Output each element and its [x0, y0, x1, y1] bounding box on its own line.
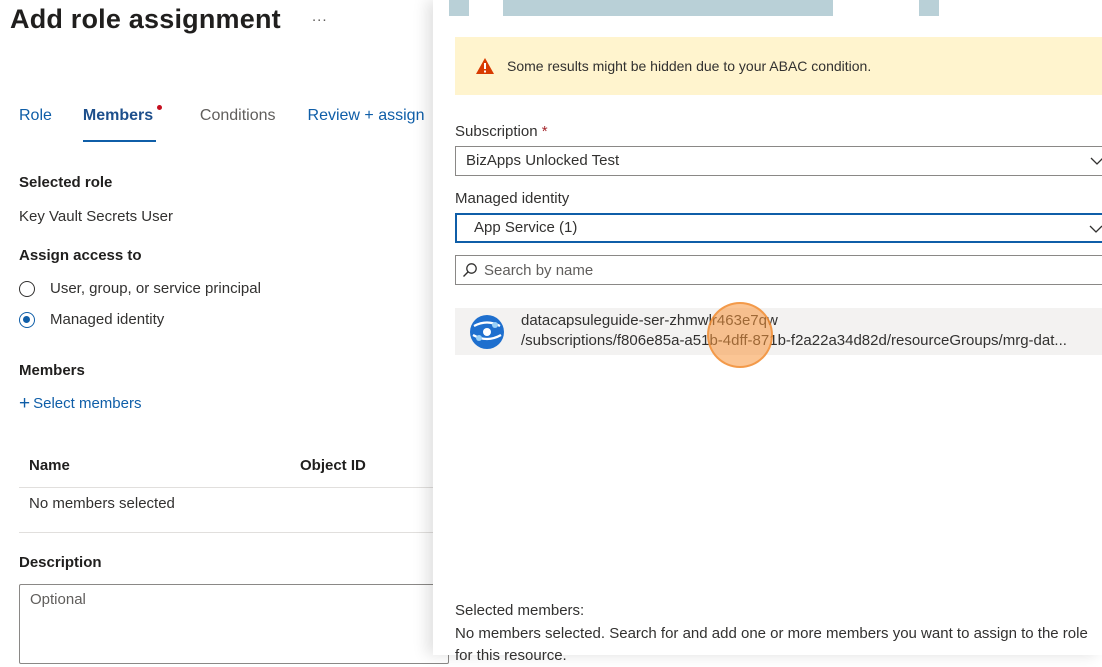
- description-placeholder: Optional: [30, 591, 86, 608]
- radio-user-group-sp[interactable]: User, group, or service principal: [19, 280, 261, 297]
- subscription-label: Subscription *: [455, 123, 548, 140]
- tab-role[interactable]: Role: [19, 107, 52, 143]
- chevron-down-icon: [1090, 157, 1102, 165]
- tab-members-label: Members: [82, 107, 154, 124]
- members-heading: Members: [19, 362, 85, 379]
- assign-access-heading: Assign access to: [19, 247, 142, 264]
- click-cursor-indicator: [707, 302, 773, 368]
- tab-conditions[interactable]: Conditions: [200, 107, 276, 143]
- tab-bar: Role Members Conditions Review + assign: [19, 105, 425, 143]
- search-input[interactable]: [484, 261, 1034, 279]
- chevron-down-icon: [1089, 225, 1102, 233]
- selected-role-heading: Selected role: [19, 174, 113, 191]
- radio-unchecked-icon[interactable]: [19, 280, 35, 297]
- header-decoration: [919, 0, 939, 16]
- warning-text: Some results might be hidden due to your…: [507, 58, 872, 74]
- radio-checked-icon[interactable]: [19, 311, 35, 328]
- managed-identity-value: App Service (1): [474, 219, 578, 236]
- radio-managed-identity[interactable]: Managed identity: [19, 311, 164, 328]
- app-service-icon: [470, 315, 504, 349]
- column-object-id: Object ID: [300, 457, 366, 474]
- abac-warning-banner: Some results might be hidden due to your…: [455, 37, 1102, 95]
- selected-members-label: Selected members:: [455, 602, 585, 619]
- subscription-label-text: Subscription: [455, 123, 538, 140]
- description-heading: Description: [19, 554, 102, 571]
- selected-members-text: No members selected. Search for and add …: [455, 625, 1088, 664]
- managed-identity-dropdown[interactable]: App Service (1): [455, 213, 1102, 243]
- warning-triangle-icon: [476, 58, 494, 74]
- managed-identity-label: Managed identity: [455, 190, 570, 207]
- result-path: /subscriptions/f806e85a-a51b-4dff-871b-f…: [521, 332, 1067, 349]
- radio-label: Managed identity: [50, 311, 165, 328]
- members-table-header: Name Object ID: [19, 447, 434, 488]
- add-role-assignment-page: Add role assignment ... Role Members Con…: [0, 0, 449, 664]
- tab-review-assign[interactable]: Review + assign: [308, 107, 425, 143]
- page-title: Add role assignment: [10, 4, 281, 34]
- header-decoration: [503, 0, 833, 16]
- select-members-label: Select members: [33, 395, 142, 412]
- more-options-icon[interactable]: ...: [312, 8, 328, 25]
- select-members-link[interactable]: + Select members: [19, 394, 141, 413]
- search-box[interactable]: [455, 255, 1102, 285]
- empty-members-text: No members selected: [29, 495, 175, 512]
- required-dot-icon: [156, 105, 162, 110]
- description-textarea[interactable]: Optional: [19, 584, 449, 664]
- required-asterisk: *: [541, 123, 548, 140]
- subscription-value: BizApps Unlocked Test: [466, 152, 620, 169]
- tab-members[interactable]: Members: [82, 105, 162, 143]
- search-icon: [463, 263, 477, 277]
- plus-icon: +: [19, 393, 31, 414]
- list-item[interactable]: datacapsuleguide-ser-zhmwlr463e7qw /subs…: [455, 308, 1102, 355]
- radio-label: User, group, or service principal: [50, 280, 261, 297]
- header-decoration: [449, 0, 469, 16]
- selected-role-value: Key Vault Secrets User: [19, 208, 173, 225]
- column-name: Name: [29, 457, 70, 474]
- subscription-dropdown[interactable]: BizApps Unlocked Test: [455, 146, 1102, 176]
- table-row: No members selected: [19, 488, 434, 533]
